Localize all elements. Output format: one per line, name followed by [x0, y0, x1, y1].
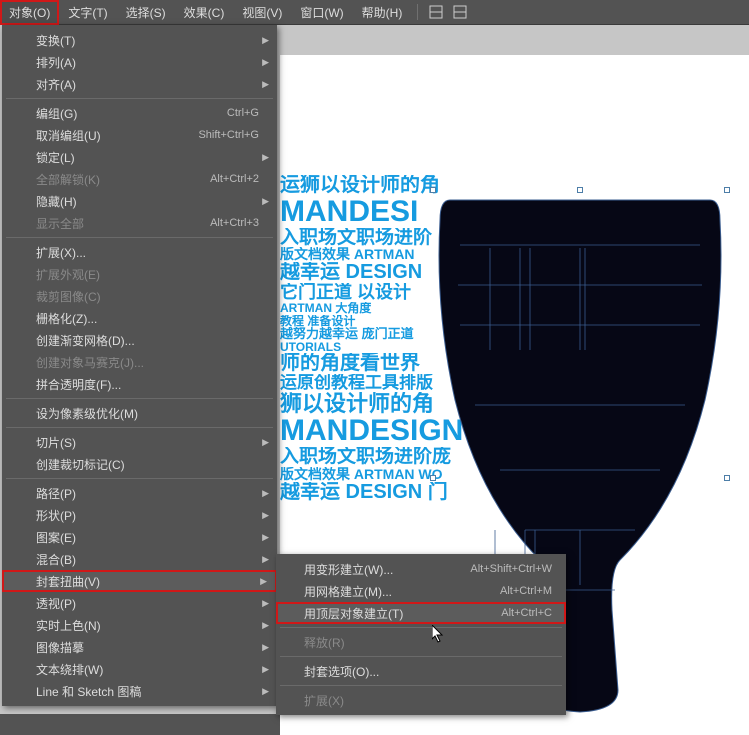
- menu-item: 全部解锁(K) Alt+Ctrl+2: [2, 168, 277, 190]
- submenu-item: 释放(R): [276, 631, 566, 653]
- menu-item-label: 拼合透明度(F)...: [36, 376, 121, 393]
- submenu-item-label: 用变形建立(W)...: [304, 561, 393, 578]
- submenu-shortcut: Alt+Ctrl+M: [500, 585, 552, 597]
- menu-item: 显示全部 Alt+Ctrl+3: [2, 212, 277, 234]
- menu-item[interactable]: 文本绕排(W): [2, 658, 277, 680]
- menu-item-label: 创建对象马赛克(J)...: [36, 354, 144, 371]
- menu-item[interactable]: 锁定(L): [2, 146, 277, 168]
- menubar-item[interactable]: 视图(V): [233, 0, 291, 25]
- menu-item: 创建对象马赛克(J)...: [2, 351, 277, 373]
- menu-item-label: 设为像素级优化(M): [36, 405, 138, 422]
- menu-item[interactable]: 排列(A): [2, 51, 277, 73]
- menu-item-label: 隐藏(H): [36, 193, 77, 210]
- menu-shortcut: Alt+Ctrl+2: [210, 173, 259, 185]
- menu-item: 裁剪图像(C): [2, 285, 277, 307]
- selection-handle[interactable]: [430, 187, 436, 193]
- menu-item[interactable]: 隐藏(H): [2, 190, 277, 212]
- menu-item-label: 排列(A): [36, 54, 76, 71]
- submenu-item-label: 用顶层对象建立(T): [304, 605, 403, 622]
- menu-item[interactable]: 透视(P): [2, 592, 277, 614]
- menu-item[interactable]: 变换(T): [2, 29, 277, 51]
- menu-item-label: 切片(S): [36, 434, 76, 451]
- menu-item[interactable]: 创建裁切标记(C): [2, 453, 277, 475]
- menu-shortcut: Shift+Ctrl+G: [198, 129, 259, 141]
- menubar: 对象(O)文字(T)选择(S)效果(C)视图(V)窗口(W)帮助(H): [0, 0, 749, 25]
- menu-item[interactable]: 切片(S): [2, 431, 277, 453]
- menu-item[interactable]: 图像描摹: [2, 636, 277, 658]
- menu-item[interactable]: 创建渐变网格(D)...: [2, 329, 277, 351]
- selection-handle[interactable]: [724, 187, 730, 193]
- menu-item: 扩展外观(E): [2, 263, 277, 285]
- layout-icon[interactable]: [428, 4, 444, 20]
- submenu-shortcut: Alt+Ctrl+C: [501, 607, 552, 619]
- menu-item[interactable]: 拼合透明度(F)...: [2, 373, 277, 395]
- submenu-item: 扩展(X): [276, 689, 566, 711]
- menu-item-label: 全部解锁(K): [36, 171, 100, 188]
- menu-item-label: 扩展外观(E): [36, 266, 100, 283]
- menubar-item[interactable]: 选择(S): [117, 0, 175, 25]
- menu-item[interactable]: 取消编组(U) Shift+Ctrl+G: [2, 124, 277, 146]
- menu-item[interactable]: 混合(B): [2, 548, 277, 570]
- menu-item-label: 变换(T): [36, 32, 75, 49]
- menu-item[interactable]: 形状(P): [2, 504, 277, 526]
- submenu-item-label: 封套选项(O)...: [304, 663, 379, 680]
- menu-item-label: 对齐(A): [36, 76, 76, 93]
- selection-handle[interactable]: [724, 475, 730, 481]
- menu-item[interactable]: 栅格化(Z)...: [2, 307, 277, 329]
- menu-item[interactable]: 设为像素级优化(M): [2, 402, 277, 424]
- menu-shortcut: Ctrl+G: [227, 107, 259, 119]
- menu-item-label: 图案(E): [36, 529, 76, 546]
- menu-item-label: 形状(P): [36, 507, 76, 524]
- submenu-shortcut: Alt+Shift+Ctrl+W: [470, 563, 552, 575]
- menu-item[interactable]: 图案(E): [2, 526, 277, 548]
- menu-item[interactable]: 实时上色(N): [2, 614, 277, 636]
- menubar-item[interactable]: 效果(C): [175, 0, 234, 25]
- submenu-item-label: 释放(R): [304, 634, 345, 651]
- menu-item-label: 裁剪图像(C): [36, 288, 101, 305]
- menu-item-label: Line 和 Sketch 图稿: [36, 683, 141, 700]
- menu-item-label: 实时上色(N): [36, 617, 101, 634]
- menu-item[interactable]: 扩展(X)...: [2, 241, 277, 263]
- menu-item-label: 文本绕排(W): [36, 661, 103, 678]
- menu-item-label: 编组(G): [36, 105, 77, 122]
- menu-item-label: 显示全部: [36, 215, 84, 232]
- selection-handle[interactable]: [577, 187, 583, 193]
- menubar-item[interactable]: 对象(O): [0, 0, 59, 25]
- submenu-item[interactable]: 封套选项(O)...: [276, 660, 566, 682]
- submenu-item[interactable]: 用变形建立(W)... Alt+Shift+Ctrl+W: [276, 558, 566, 580]
- menu-item-label: 创建渐变网格(D)...: [36, 332, 135, 349]
- menu-item-label: 透视(P): [36, 595, 76, 612]
- menu-item-label: 封套扭曲(V): [36, 573, 100, 590]
- menu-item-label: 栅格化(Z)...: [36, 310, 97, 327]
- submenu-item-label: 用网格建立(M)...: [304, 583, 392, 600]
- selection-handle[interactable]: [430, 475, 436, 481]
- submenu-item[interactable]: 用顶层对象建立(T) Alt+Ctrl+C: [276, 602, 566, 624]
- adjust-icon[interactable]: [452, 4, 468, 20]
- menu-item[interactable]: Line 和 Sketch 图稿: [2, 680, 277, 702]
- menubar-item[interactable]: 帮助(H): [353, 0, 412, 25]
- object-menu-dropdown: 变换(T) 排列(A) 对齐(A) 编组(G) Ctrl+G 取消编组(U) Shift+C…: [2, 25, 277, 706]
- menu-item-label: 混合(B): [36, 551, 76, 568]
- menu-item-label: 创建裁切标记(C): [36, 456, 125, 473]
- menu-shortcut: Alt+Ctrl+3: [210, 217, 259, 229]
- menu-item-label: 锁定(L): [36, 149, 75, 166]
- menu-item[interactable]: 路径(P): [2, 482, 277, 504]
- menu-item[interactable]: 对齐(A): [2, 73, 277, 95]
- menu-item-label: 扩展(X)...: [36, 244, 86, 261]
- menu-item-label: 图像描摹: [36, 639, 84, 656]
- submenu-item-label: 扩展(X): [304, 692, 344, 709]
- menu-item[interactable]: 编组(G) Ctrl+G: [2, 102, 277, 124]
- envelope-distort-submenu: 用变形建立(W)... Alt+Shift+Ctrl+W 用网格建立(M)... Al…: [276, 554, 566, 715]
- menubar-item[interactable]: 文字(T): [59, 0, 116, 25]
- menu-item-label: 路径(P): [36, 485, 76, 502]
- menu-item-label: 取消编组(U): [36, 127, 101, 144]
- submenu-item[interactable]: 用网格建立(M)... Alt+Ctrl+M: [276, 580, 566, 602]
- menu-item[interactable]: 封套扭曲(V): [2, 570, 277, 592]
- menubar-item[interactable]: 窗口(W): [291, 0, 352, 25]
